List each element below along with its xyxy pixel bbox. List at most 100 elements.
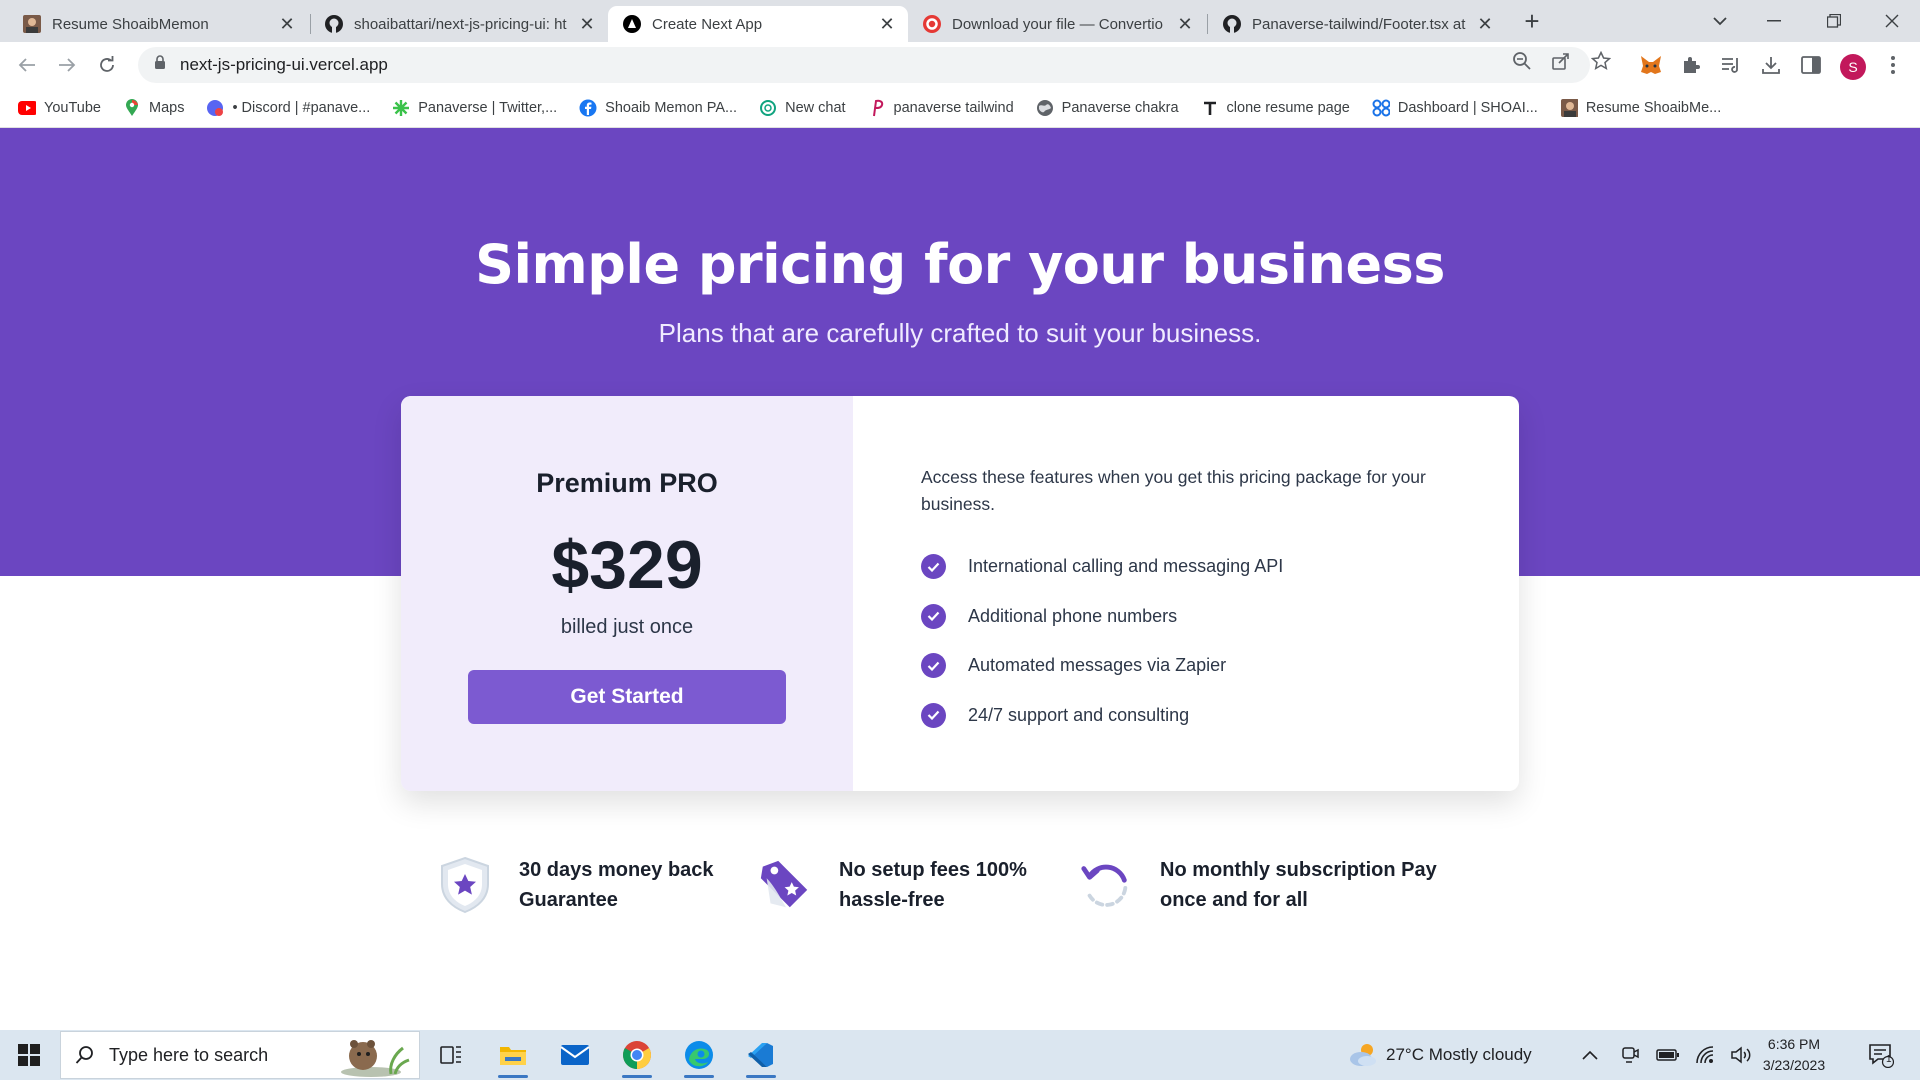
back-button[interactable] bbox=[12, 50, 42, 80]
perk-label: 30 days money back Guarantee bbox=[519, 859, 714, 911]
feature-label: International calling and messaging API bbox=[968, 556, 1284, 577]
wifi-icon[interactable] bbox=[1690, 1030, 1722, 1080]
reload-button[interactable] bbox=[92, 50, 122, 80]
metamask-icon[interactable] bbox=[1638, 52, 1664, 78]
bookmark-shoaib-facebook[interactable]: Shoaib Memon PA... bbox=[579, 99, 737, 117]
close-icon[interactable]: ✕ bbox=[1476, 14, 1494, 34]
tab-title: Create Next App bbox=[652, 15, 763, 33]
maps-icon bbox=[123, 98, 141, 117]
resume-favicon-icon bbox=[22, 14, 42, 34]
github-icon bbox=[324, 14, 344, 34]
address-bar[interactable]: next-js-pricing-ui.vercel.app bbox=[138, 47, 1590, 83]
bookmark-label: Panaverse chakra bbox=[1061, 99, 1179, 116]
resume-favicon-icon bbox=[1560, 98, 1578, 117]
url-text[interactable]: next-js-pricing-ui.vercel.app bbox=[180, 55, 388, 75]
close-icon[interactable]: ✕ bbox=[878, 14, 896, 34]
taskbar-clock[interactable]: 6:36 PM 3/23/2023 bbox=[1758, 1034, 1830, 1076]
feature-item: 24/7 support and consulting bbox=[921, 691, 1283, 741]
bookmark-panaverse-tailwind[interactable]: panaverse tailwind bbox=[868, 99, 1014, 117]
restore-button[interactable] bbox=[1806, 0, 1862, 42]
edge-icon[interactable] bbox=[670, 1030, 728, 1080]
taskbar: Type here to search 27°C Mostly cloudy 6… bbox=[0, 1030, 1920, 1080]
volume-icon[interactable] bbox=[1726, 1030, 1758, 1080]
perk-money-back: 30 days money back Guarantee bbox=[437, 855, 739, 915]
bookmark-label: New chat bbox=[785, 99, 846, 116]
perk-label: No monthly subscription Pay once and for… bbox=[1160, 859, 1437, 911]
vscode-icon[interactable] bbox=[732, 1030, 790, 1080]
bookmark-panaverse-chakra[interactable]: Panaverse chakra bbox=[1036, 99, 1179, 117]
profile-avatar[interactable]: S bbox=[1840, 54, 1866, 80]
bookmark-label: Resume ShoaibMe... bbox=[1585, 99, 1722, 116]
bookmark-dashboard[interactable]: Dashboard | SHOAI... bbox=[1372, 99, 1538, 117]
tab-search-chevron-icon[interactable] bbox=[1692, 0, 1748, 42]
search-placeholder: Type here to search bbox=[109, 1044, 269, 1065]
lock-icon[interactable] bbox=[154, 55, 166, 75]
tab-create-next-app[interactable]: Create Next App ✕ bbox=[608, 6, 908, 42]
reading-list-icon[interactable] bbox=[1718, 52, 1744, 78]
bookmark-resume[interactable]: Resume ShoaibMe... bbox=[1560, 98, 1722, 117]
mail-icon[interactable] bbox=[546, 1030, 604, 1080]
clock-time: 6:36 PM bbox=[1767, 1036, 1821, 1052]
bookmark-label: Panaverse | Twitter,... bbox=[418, 99, 558, 116]
tab-resume[interactable]: Resume ShoaibMemon ✕ bbox=[8, 6, 308, 42]
get-started-button[interactable]: Get Started bbox=[468, 670, 786, 724]
weather-text[interactable]: 27°C Mostly cloudy bbox=[1386, 1030, 1532, 1080]
tab-title: Download your file — Convertio bbox=[952, 15, 1163, 33]
new-tab-button[interactable]: + bbox=[1518, 8, 1546, 36]
chevron-up-icon[interactable] bbox=[1574, 1030, 1606, 1080]
dashboard-icon bbox=[1372, 99, 1390, 117]
meet-now-icon[interactable] bbox=[1614, 1030, 1646, 1080]
t-icon bbox=[1201, 99, 1219, 117]
check-circle-icon bbox=[921, 702, 946, 728]
bookmarks-bar: YouTube Maps • Discord | #panave... Pana… bbox=[0, 88, 1920, 128]
share-icon[interactable] bbox=[1550, 50, 1572, 72]
side-panel-icon[interactable] bbox=[1798, 52, 1824, 78]
bookmark-youtube[interactable]: YouTube bbox=[18, 99, 101, 117]
file-explorer-icon[interactable] bbox=[484, 1030, 542, 1080]
extensions-icon[interactable] bbox=[1678, 52, 1704, 78]
tab-convertio[interactable]: Download your file — Convertio ✕ bbox=[908, 6, 1206, 42]
discord-icon bbox=[206, 99, 224, 117]
feature-label: Automated messages via Zapier bbox=[968, 655, 1227, 676]
bookmark-label: Maps bbox=[148, 99, 185, 116]
close-icon[interactable]: ✕ bbox=[1176, 14, 1194, 34]
facebook-icon bbox=[579, 99, 597, 117]
tab-github-pricing[interactable]: shoaibattari/next-js-pricing-ui: ht ✕ bbox=[310, 6, 608, 42]
menu-kebab-icon[interactable] bbox=[1880, 52, 1906, 78]
perk-no-setup-fees: No setup fees 100% hassle-free bbox=[757, 855, 1059, 915]
battery-icon[interactable] bbox=[1652, 1030, 1684, 1080]
bookmark-clone-resume[interactable]: clone resume page bbox=[1201, 99, 1350, 117]
perk-no-subscription: No monthly subscription Pay once and for… bbox=[1078, 855, 1460, 915]
notifications-icon[interactable]: 1 bbox=[1860, 1030, 1902, 1080]
zoom-icon[interactable] bbox=[1511, 50, 1533, 72]
page-title: Simple pricing for your business bbox=[475, 233, 1445, 296]
close-icon[interactable]: ✕ bbox=[278, 14, 296, 34]
task-view-icon[interactable] bbox=[422, 1030, 480, 1080]
tab-title: shoaibattari/next-js-pricing-ui: ht bbox=[354, 15, 567, 33]
close-icon[interactable]: ✕ bbox=[578, 14, 596, 34]
youtube-icon bbox=[18, 99, 36, 117]
taskbar-search-box[interactable]: Type here to search bbox=[60, 1031, 420, 1079]
forward-button[interactable] bbox=[52, 50, 82, 80]
weather-cloud-icon[interactable] bbox=[1342, 1030, 1384, 1080]
p-icon bbox=[868, 99, 886, 117]
plan-price: $329 bbox=[551, 527, 703, 603]
chrome-icon[interactable] bbox=[608, 1030, 666, 1080]
bookmark-panaverse-twitter[interactable]: Panaverse | Twitter,... bbox=[392, 99, 557, 117]
bookmark-star-icon[interactable] bbox=[1590, 50, 1612, 72]
bookmark-label: • Discord | #panave... bbox=[232, 99, 371, 116]
windows-start-button[interactable] bbox=[0, 1030, 58, 1080]
close-window-button[interactable] bbox=[1864, 0, 1920, 42]
bookmark-maps[interactable]: Maps bbox=[123, 98, 185, 117]
check-circle-icon bbox=[921, 653, 946, 679]
billing-note: billed just once bbox=[560, 616, 694, 638]
minimize-button[interactable] bbox=[1746, 0, 1802, 42]
tab-github-footer[interactable]: Panaverse-tailwind/Footer.tsx at ✕ bbox=[1208, 6, 1506, 42]
features-panel: Access these features when you get this … bbox=[853, 396, 1519, 791]
bookmark-discord[interactable]: • Discord | #panave... bbox=[206, 99, 370, 117]
pricing-card: Premium PRO $329 billed just once Get St… bbox=[401, 396, 1519, 791]
notification-count: 1 bbox=[1886, 1054, 1892, 1065]
browser-tab-strip: Resume ShoaibMemon ✕ shoaibattari/next-j… bbox=[0, 0, 1920, 42]
bookmark-new-chat[interactable]: New chat bbox=[759, 99, 846, 117]
download-icon[interactable] bbox=[1758, 52, 1784, 78]
